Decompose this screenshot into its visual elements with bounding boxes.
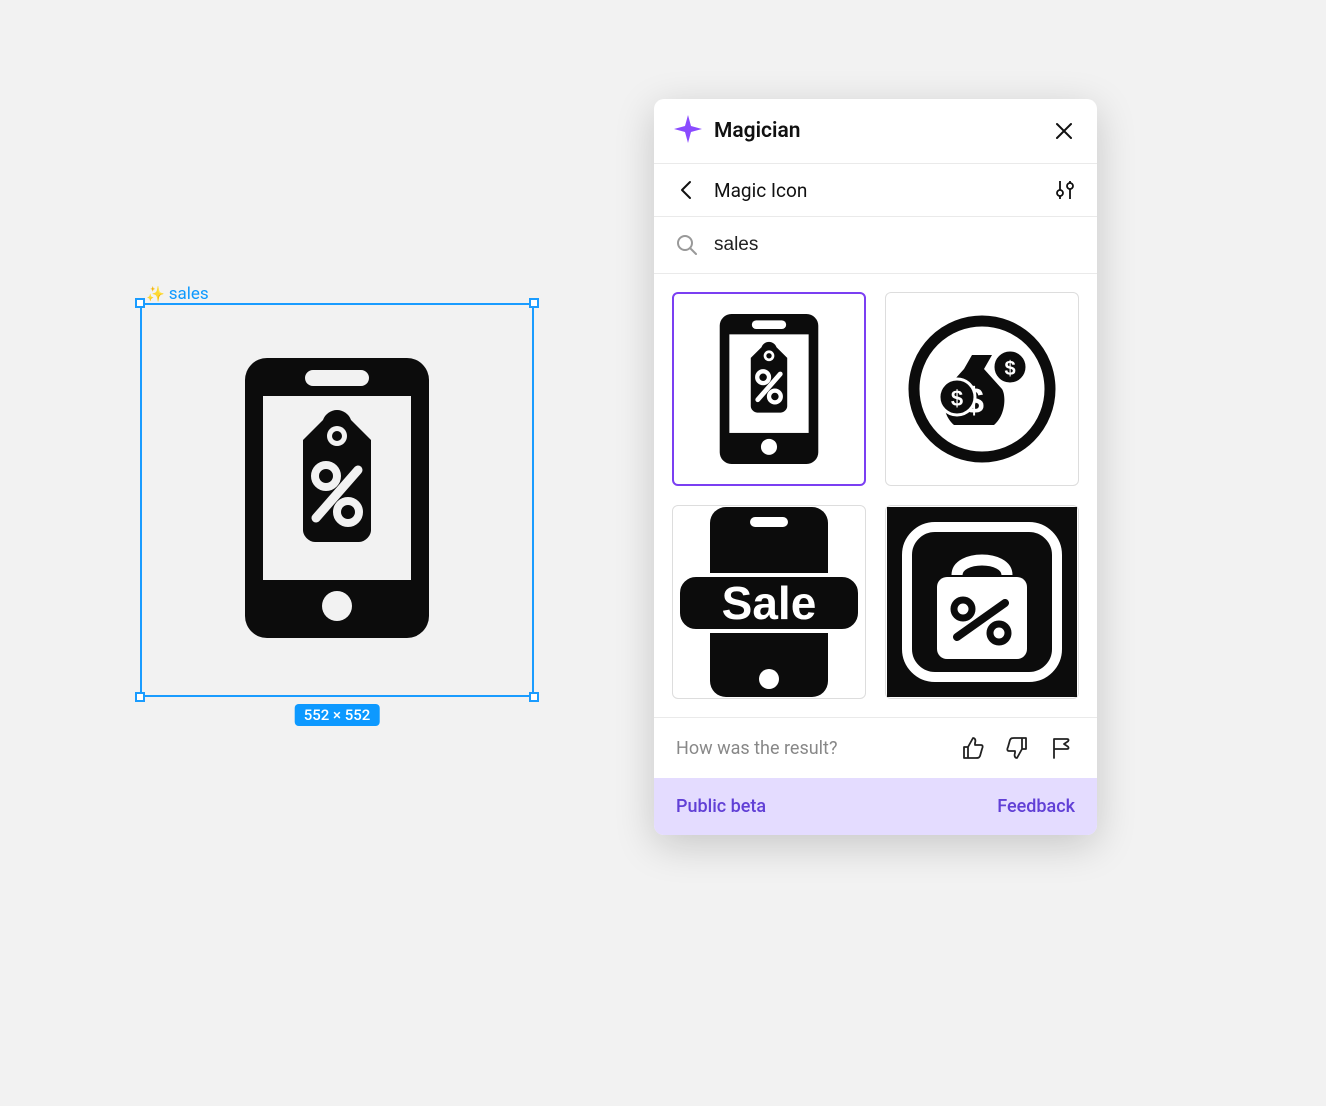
feedback-link[interactable]: Feedback — [997, 796, 1075, 817]
svg-text:$: $ — [1004, 358, 1015, 380]
feedback-prompt: How was the result? — [676, 738, 943, 759]
magician-logo-icon — [674, 115, 702, 147]
close-button[interactable] — [1051, 118, 1077, 144]
result-money-bag-circle[interactable]: $ $ $ — [885, 292, 1079, 486]
feedback-row: How was the result? — [654, 717, 1097, 778]
selection-label-text: sales — [169, 284, 209, 304]
resize-handle-br[interactable] — [529, 692, 539, 702]
panel-footer: Public beta Feedback — [654, 778, 1097, 835]
result-phone-sale-text[interactable]: Sale — [672, 505, 866, 699]
resize-handle-tr[interactable] — [529, 298, 539, 308]
thumbs-down-button[interactable] — [1003, 734, 1031, 762]
panel-header: Magician — [654, 99, 1097, 164]
svg-text:$: $ — [951, 386, 963, 411]
results-grid: $ $ $ Sale — [654, 274, 1097, 717]
search-icon — [676, 234, 698, 256]
settings-button[interactable] — [1053, 178, 1077, 202]
thumbs-up-button[interactable] — [959, 734, 987, 762]
search-input[interactable] — [712, 233, 1075, 257]
phone-sale-tag-icon — [245, 358, 429, 642]
svg-text:Sale: Sale — [722, 577, 817, 629]
nav-title: Magic Icon — [714, 179, 1053, 202]
nav-row: Magic Icon — [654, 164, 1097, 217]
result-bag-discount-square[interactable] — [885, 505, 1079, 699]
selection-label: ✨ sales — [146, 284, 209, 304]
panel-title: Magician — [714, 119, 1051, 143]
public-beta-link[interactable]: Public beta — [676, 796, 766, 817]
resize-handle-bl[interactable] — [135, 692, 145, 702]
sparkles-icon: ✨ — [146, 285, 165, 303]
flag-button[interactable] — [1047, 734, 1075, 762]
search-row — [654, 217, 1097, 274]
result-phone-sale-tag[interactable] — [672, 292, 866, 486]
magician-panel: Magician Magic Icon — [654, 99, 1097, 835]
resize-handle-tl[interactable] — [135, 298, 145, 308]
dimensions-badge: 552 × 552 — [295, 704, 380, 726]
canvas-selection[interactable]: ✨ sales 552 × 552 — [140, 303, 534, 697]
back-button[interactable] — [674, 178, 698, 202]
